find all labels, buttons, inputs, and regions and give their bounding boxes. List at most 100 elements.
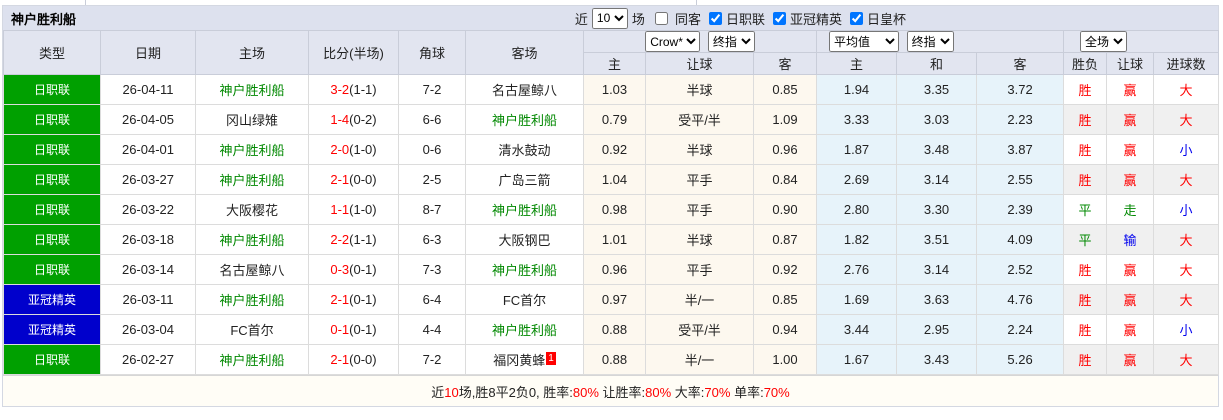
- away-team-name[interactable]: 清水鼓动: [498, 143, 550, 158]
- final-odds-select-2[interactable]: 终指: [906, 31, 954, 52]
- matches-count-select[interactable]: 10: [591, 7, 628, 29]
- home-team-cell[interactable]: 神户胜利船: [195, 134, 309, 165]
- goals-result-cell: 大: [1153, 254, 1220, 285]
- date-cell: 26-03-04: [100, 314, 196, 345]
- checkbox-input[interactable]: [772, 11, 786, 25]
- full-match-select[interactable]: 全场: [1080, 31, 1128, 52]
- corners-cell: 6-3: [398, 224, 466, 255]
- average-select[interactable]: 平均值: [829, 31, 900, 52]
- handicap-home-odds-cell: 0.88: [583, 314, 646, 345]
- avg-away-odds-cell: 5.26: [976, 344, 1065, 375]
- away-team-name[interactable]: 名古屋鲸八: [492, 83, 557, 98]
- fulltime-score: 2-1: [330, 292, 350, 307]
- away-team-cell[interactable]: 名古屋鲸八: [465, 74, 584, 105]
- corners-cell: 6-6: [398, 104, 466, 135]
- bookmaker-select[interactable]: Crow*: [645, 31, 701, 52]
- away-team-cell[interactable]: 神户胜利船: [465, 194, 584, 225]
- handicap-result-cell: 赢: [1106, 284, 1155, 315]
- result-group-header: 全场: [1063, 30, 1220, 53]
- summary-stat-value: 10: [444, 384, 459, 400]
- result-cell: 平: [1063, 224, 1108, 255]
- handicap-home-odds-cell: 0.79: [583, 104, 646, 135]
- result-cell: 胜: [1063, 284, 1108, 315]
- league-type-cell: 亚冠精英: [3, 314, 101, 345]
- date-cell: 26-03-22: [100, 194, 196, 225]
- away-team-cell[interactable]: 广岛三箭: [465, 164, 584, 195]
- date-cell: 26-03-14: [100, 254, 196, 285]
- avg-draw-odds-cell: 2.95: [896, 314, 978, 345]
- avg-away-odds-cell: 2.23: [976, 104, 1065, 135]
- avg-home-odds-cell: 1.67: [816, 344, 898, 375]
- page-top-margin: [0, 0, 1223, 5]
- summary-stat-value: 70%: [763, 384, 790, 400]
- handicap-line-cell: 受平/半: [645, 104, 754, 135]
- avg-home-odds-cell: 1.87: [816, 134, 898, 165]
- away-team-cell[interactable]: 神户胜利船: [465, 254, 584, 285]
- avg-away-odds-cell: 2.24: [976, 314, 1065, 345]
- fulltime-score: 3-2: [330, 82, 350, 97]
- handicap-home-odds-cell: 0.88: [583, 344, 646, 375]
- away-team-name[interactable]: 大阪钢巴: [498, 233, 550, 248]
- league-type-cell: 亚冠精英: [3, 284, 101, 315]
- header-type: 类型: [3, 30, 101, 75]
- result-cell: 胜: [1063, 74, 1108, 105]
- filter-checkbox-2[interactable]: 亚冠精英: [772, 9, 844, 28]
- away-team-cell[interactable]: 福冈黄蜂 1: [465, 344, 584, 375]
- average-odds-group-header: 平均值 终指: [816, 30, 1065, 53]
- home-team-cell[interactable]: 神户胜利船: [195, 344, 309, 375]
- filter-checkbox-1[interactable]: 日职联: [708, 9, 767, 28]
- goals-result-cell: 大: [1153, 344, 1220, 375]
- away-team-cell[interactable]: 大阪钢巴: [465, 224, 584, 255]
- home-team-cell[interactable]: FC首尔: [195, 314, 309, 345]
- home-team-cell[interactable]: 神户胜利船: [195, 74, 309, 105]
- avg-away-odds-cell: 2.52: [976, 254, 1065, 285]
- away-team-name[interactable]: FC首尔: [503, 293, 546, 308]
- away-team-name[interactable]: 广岛三箭: [498, 173, 550, 188]
- handicap-odds-group-header: Crow* 终指: [582, 30, 818, 53]
- fulltime-score: 2-1: [330, 352, 350, 367]
- checkbox-label: 日皇杯: [866, 11, 906, 27]
- home-team-cell[interactable]: 神户胜利船: [195, 224, 309, 255]
- away-team-name[interactable]: 神户胜利船: [492, 113, 557, 128]
- home-team-cell[interactable]: 名古屋鲸八: [195, 254, 309, 285]
- filter-checkbox-0[interactable]: 同客: [654, 9, 703, 28]
- away-team-cell[interactable]: 神户胜利船: [465, 314, 584, 345]
- home-team-cell[interactable]: 神户胜利船: [195, 284, 309, 315]
- checkbox-label: 亚冠精英: [789, 11, 842, 27]
- home-team-cell[interactable]: 神户胜利船: [195, 164, 309, 195]
- result-cell: 平: [1063, 194, 1108, 225]
- away-team-badge: 1: [546, 352, 556, 365]
- away-team-cell[interactable]: FC首尔: [465, 284, 584, 315]
- final-odds-select-1[interactable]: 终指: [707, 31, 755, 52]
- summary-text: 近10场,胜8平2负0, 胜率:80% 让胜率:80% 大率:70% 单率:70…: [431, 382, 789, 401]
- league-type-cell: 日职联: [3, 164, 101, 195]
- checkbox-input[interactable]: [849, 11, 863, 25]
- handicap-result-cell: 赢: [1106, 104, 1155, 135]
- home-team-cell[interactable]: 冈山绿雉: [195, 104, 309, 135]
- home-team-cell[interactable]: 大阪樱花: [195, 194, 309, 225]
- date-cell: 26-03-18: [100, 224, 196, 255]
- summary-text-segment: 单率:: [730, 384, 764, 400]
- corners-cell: 2-5: [398, 164, 466, 195]
- away-team-cell[interactable]: 神户胜利船: [465, 104, 584, 135]
- summary-text-segment: 近: [431, 384, 445, 400]
- filter-checkbox-3[interactable]: 日皇杯: [849, 9, 908, 28]
- halftime-score: (0-1): [349, 262, 377, 277]
- goals-result-cell: 大: [1153, 164, 1220, 195]
- subheader-handicap-home: 主: [583, 52, 646, 75]
- away-team-name[interactable]: 神户胜利船: [492, 203, 557, 218]
- halftime-score: (0-1): [349, 292, 377, 307]
- summary-text-segment: 场,胜8平2负0, 胜率:: [458, 384, 573, 400]
- halftime-score: (1-0): [349, 202, 377, 217]
- away-team-cell[interactable]: 清水鼓动: [465, 134, 584, 165]
- summary-stat-value: 80%: [645, 384, 672, 400]
- away-team-name[interactable]: 福冈黄蜂: [493, 353, 545, 368]
- halftime-score: (1-1): [349, 232, 377, 247]
- checkbox-input[interactable]: [654, 11, 668, 25]
- checkbox-input[interactable]: [708, 11, 722, 25]
- table-row: 亚冠精英 26-03-11 神户胜利船 2-1(0-1) 6-4 FC首尔 0.97 半/一 0…: [3, 284, 1220, 315]
- away-team-name[interactable]: 神户胜利船: [492, 263, 557, 278]
- corners-cell: 7-2: [398, 344, 466, 375]
- handicap-away-odds-cell: 0.84: [752, 164, 818, 195]
- away-team-name[interactable]: 神户胜利船: [492, 323, 557, 338]
